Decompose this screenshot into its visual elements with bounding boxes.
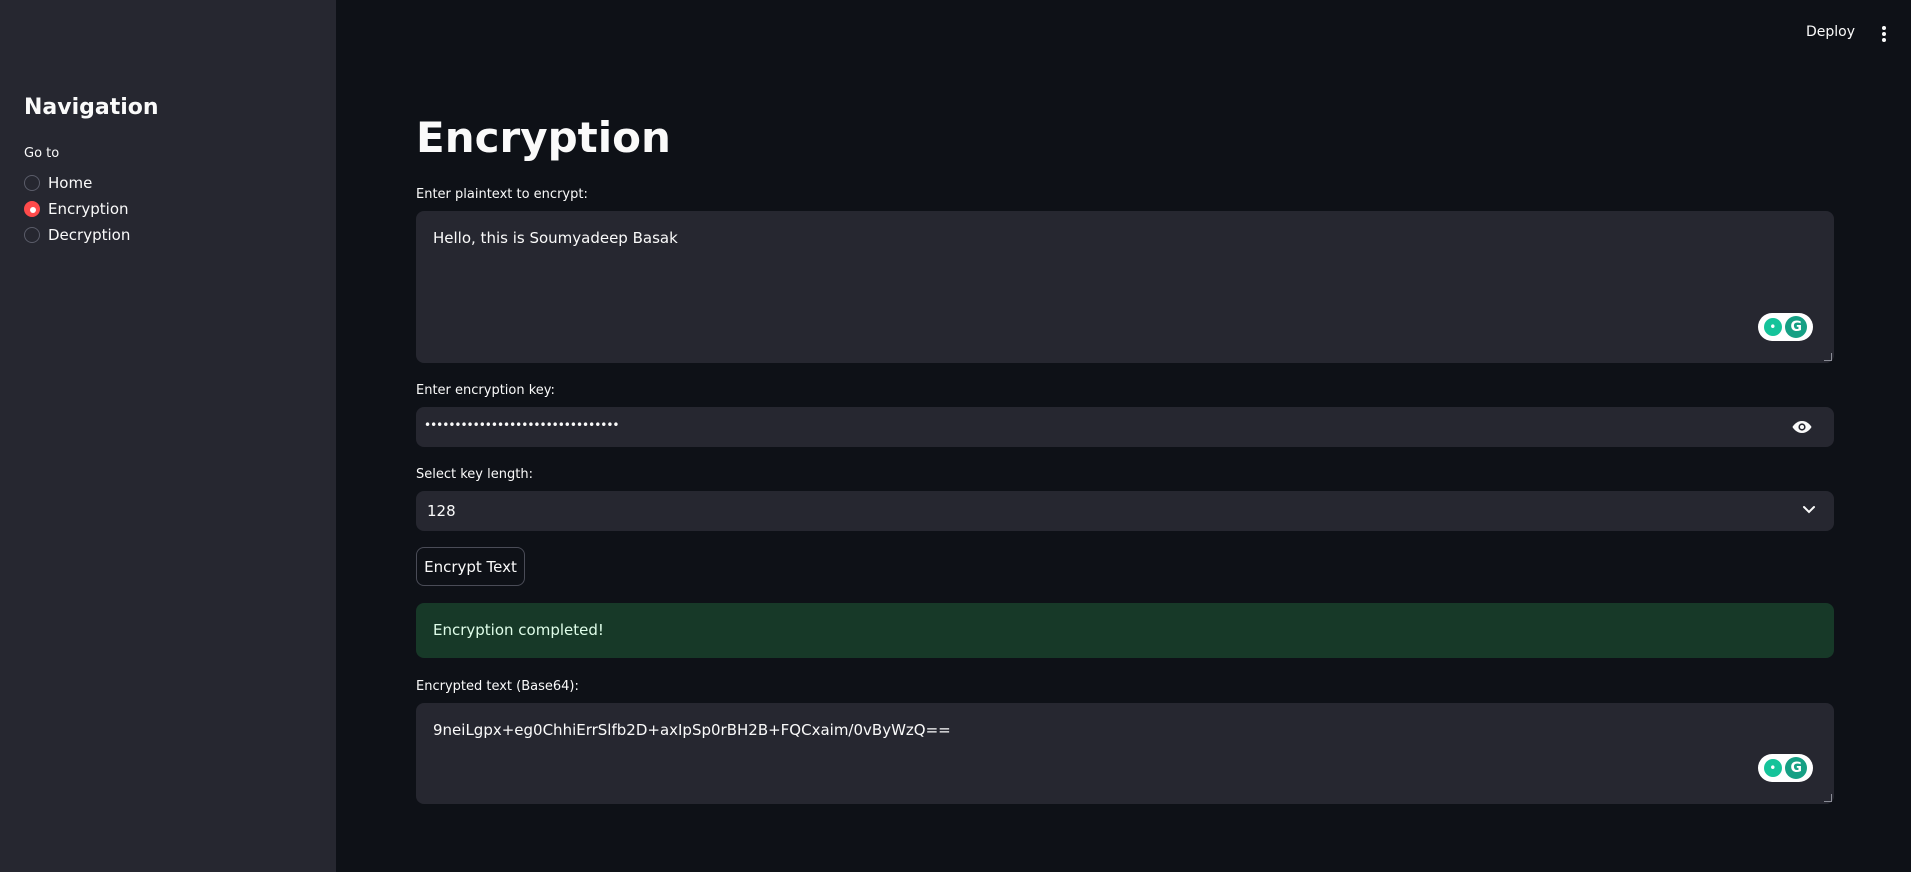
success-alert: Encryption completed! — [416, 603, 1834, 658]
radio-option-encryption[interactable]: Encryption — [24, 196, 130, 222]
app-root: Navigation Go to Home Encryption Decrypt… — [0, 0, 1911, 872]
chevron-down-icon — [1803, 506, 1815, 514]
radio-button-icon — [24, 175, 40, 191]
plaintext-label: Enter plaintext to encrypt: — [416, 187, 588, 202]
grammarly-widget[interactable]: • G — [1758, 754, 1813, 782]
grammarly-icon: G — [1785, 757, 1808, 779]
plaintext-textarea[interactable]: Hello, this is Soumyadeep Basak • G — [416, 211, 1834, 363]
radio-group-label: Go to — [24, 146, 60, 161]
deploy-button[interactable]: Deploy — [1806, 24, 1855, 40]
output-label: Encrypted text (Base64): — [416, 679, 579, 694]
key-length-label: Select key length: — [416, 467, 533, 482]
radio-label: Home — [48, 174, 93, 192]
resize-handle-icon[interactable] — [1824, 794, 1832, 802]
lightbulb-icon: • — [1763, 318, 1782, 336]
radio-label: Encryption — [48, 200, 129, 218]
lightbulb-icon: • — [1763, 759, 1782, 777]
encrypted-output-value: 9neiLgpx+eg0ChhiErrSlfb2D+axIpSp0rBH2B+F… — [433, 721, 951, 739]
radio-option-decryption[interactable]: Decryption — [24, 222, 130, 248]
eye-icon[interactable] — [1792, 419, 1812, 435]
radio-label: Decryption — [48, 226, 131, 244]
key-label: Enter encryption key: — [416, 383, 555, 398]
grammarly-widget[interactable]: • G — [1758, 313, 1813, 341]
key-length-select[interactable]: 128 — [416, 491, 1834, 531]
encrypted-output-textarea[interactable]: 9neiLgpx+eg0ChhiErrSlfb2D+axIpSp0rBH2B+F… — [416, 703, 1834, 804]
radio-option-home[interactable]: Home — [24, 170, 130, 196]
more-options-icon[interactable] — [1879, 24, 1889, 44]
navigation-radio-group: Home Encryption Decryption — [24, 170, 130, 248]
page-title: Encryption — [416, 113, 671, 162]
grammarly-icon: G — [1785, 316, 1808, 338]
radio-button-selected-icon — [24, 201, 40, 217]
radio-button-icon — [24, 227, 40, 243]
select-value: 128 — [427, 502, 456, 520]
success-message: Encryption completed! — [433, 621, 604, 639]
encrypt-button[interactable]: Encrypt Text — [416, 547, 525, 586]
password-masked-value: •••••••••••••••••••••••••••••••• — [424, 418, 619, 432]
sidebar: Navigation Go to Home Encryption Decrypt… — [0, 0, 336, 872]
sidebar-title: Navigation — [24, 95, 159, 120]
encryption-key-input[interactable]: •••••••••••••••••••••••••••••••• — [416, 407, 1834, 447]
plaintext-value: Hello, this is Soumyadeep Basak — [433, 229, 678, 247]
resize-handle-icon[interactable] — [1824, 353, 1832, 361]
